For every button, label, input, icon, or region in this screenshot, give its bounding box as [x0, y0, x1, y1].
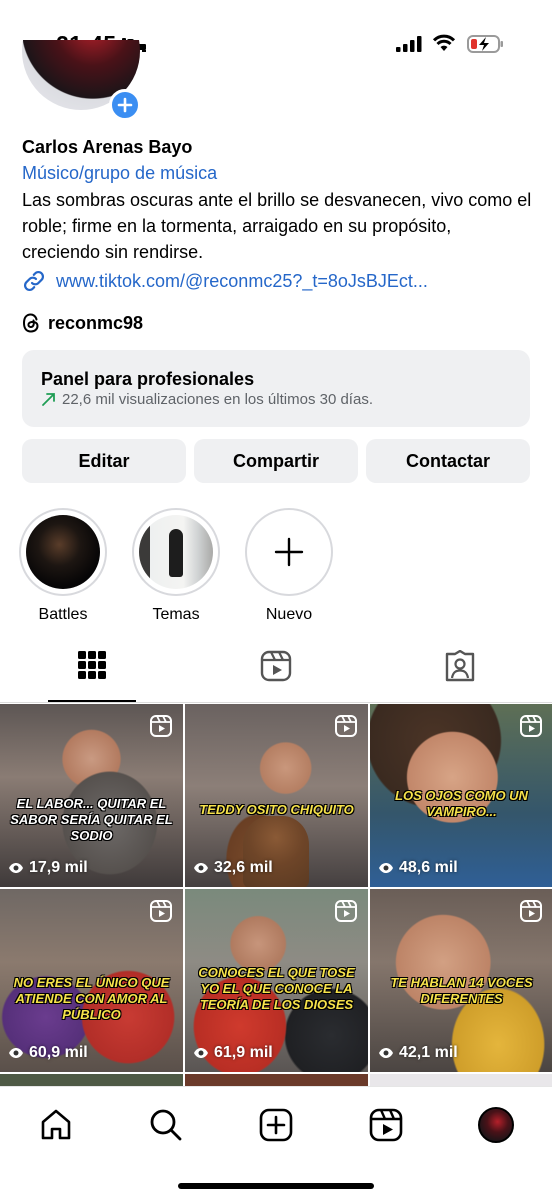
cellular-signal-icon [396, 36, 422, 52]
highlight-label: Battles [38, 606, 88, 623]
view-count: 42,1 mil [378, 1044, 458, 1062]
edit-profile-button[interactable]: Editar [22, 439, 186, 483]
highlight-label: Nuevo [265, 606, 313, 623]
post-tile-partial[interactable] [185, 1074, 368, 1086]
grid-icon [78, 651, 106, 679]
highlight-battles[interactable]: Battles [18, 508, 108, 624]
post-caption: NO ERES EL ÚNICO QUE ATIENDE CON AMOR AL… [13, 975, 170, 1022]
profile-avatar-icon [478, 1107, 514, 1143]
nav-home[interactable] [36, 1105, 76, 1145]
battery-charging-icon [467, 35, 503, 53]
post-tile[interactable]: CONOCES EL QUE TOSE YO EL QUE CONOCE LA … [185, 889, 368, 1072]
create-icon [259, 1108, 293, 1142]
plus-icon [274, 537, 304, 567]
link-icon [23, 270, 45, 292]
panel-title: Panel para profesionales [41, 369, 255, 389]
highlight-new[interactable]: Nuevo [244, 508, 334, 624]
eye-icon [194, 863, 208, 873]
panel-stats-text: 22,6 mil visualizaciones en los últimos … [62, 391, 373, 408]
tab-divider [0, 702, 552, 703]
reel-badge-icon [520, 900, 542, 922]
nav-create[interactable] [256, 1105, 296, 1145]
post-caption: TEDDY OSITO CHIQUITO [199, 802, 354, 817]
view-count-text: 48,6 mil [399, 859, 458, 876]
contact-button[interactable]: Contactar [366, 439, 530, 483]
post-tile-partial[interactable] [0, 1074, 183, 1086]
view-count: 60,9 mil [8, 1044, 88, 1062]
view-count-text: 42,1 mil [399, 1044, 458, 1061]
trending-up-icon [42, 393, 55, 406]
tab-reels[interactable] [232, 650, 320, 700]
search-icon [150, 1109, 182, 1141]
reel-badge-icon [150, 900, 172, 922]
highlight-ring [19, 508, 107, 596]
post-tile[interactable]: LOS OJOS COMO UN VAMPIRO... 48,6 mil [370, 704, 552, 887]
reel-badge-icon [335, 715, 357, 737]
new-highlight-button[interactable] [245, 508, 333, 596]
highlight-cover [26, 515, 100, 589]
highlight-temas[interactable]: Temas [131, 508, 221, 624]
threads-badge[interactable]: reconmc98 [22, 310, 143, 336]
highlight-label: Temas [152, 606, 200, 623]
eye-icon [379, 863, 393, 873]
profile-link[interactable]: www.tiktok.com/@reconmc25?_t=8oJsBJEct..… [22, 268, 428, 294]
view-count: 32,6 mil [193, 859, 273, 877]
profile-bio: Las sombras oscuras ante el brillo se de… [22, 190, 532, 262]
reel-badge-icon [150, 715, 172, 737]
reels-icon [260, 650, 292, 682]
post-caption: TE HABLAN 14 VOCES DIFERENTES [390, 975, 533, 1006]
profile-category[interactable]: Músico/grupo de música [22, 163, 217, 184]
tab-grid[interactable] [48, 650, 136, 700]
plus-icon [117, 97, 133, 113]
threads-handle: reconmc98 [48, 312, 144, 333]
post-tile[interactable]: TEDDY OSITO CHIQUITO 32,6 mil [185, 704, 368, 887]
view-count: 61,9 mil [193, 1044, 273, 1062]
post-caption: CONOCES EL QUE TOSE YO EL QUE CONOCE LA … [198, 965, 355, 1012]
nav-search[interactable] [146, 1105, 186, 1145]
highlight-cover [139, 515, 213, 589]
home-indicator [178, 1183, 374, 1189]
post-tile[interactable]: EL LABOR... QUITAR EL SABOR SERÍA QUITAR… [0, 704, 183, 887]
view-count: 17,9 mil [8, 859, 88, 877]
post-tile-partial[interactable] [370, 1074, 552, 1086]
highlight-ring [132, 508, 220, 596]
post-tile[interactable]: NO ERES EL ÚNICO QUE ATIENDE CON AMOR AL… [0, 889, 183, 1072]
view-count: 48,6 mil [378, 859, 458, 877]
nav-profile[interactable] [476, 1105, 516, 1145]
post-tile[interactable]: TE HABLAN 14 VOCES DIFERENTES 42,1 mil [370, 889, 552, 1072]
view-count-text: 17,9 mil [29, 859, 88, 876]
threads-icon [22, 313, 39, 333]
reel-badge-icon [520, 715, 542, 737]
tagged-icon [445, 650, 475, 682]
wifi-icon [432, 34, 456, 51]
post-caption: LOS OJOS COMO UN VAMPIRO... [395, 788, 528, 819]
reel-badge-icon [335, 900, 357, 922]
post-caption: EL LABOR... QUITAR EL SABOR SERÍA QUITAR… [10, 796, 173, 843]
panel-stats: 22,6 mil visualizaciones en los últimos … [41, 391, 373, 408]
reels-icon [369, 1108, 403, 1142]
eye-icon [379, 1048, 393, 1058]
home-icon [41, 1109, 71, 1140]
share-profile-button[interactable]: Compartir [194, 439, 358, 483]
professional-dashboard-panel[interactable]: Panel para profesionales 22,6 mil visual… [22, 350, 530, 427]
nav-reels[interactable] [366, 1105, 406, 1145]
eye-icon [9, 863, 23, 873]
view-count-text: 32,6 mil [214, 859, 273, 876]
profile-name: Carlos Arenas Bayo [22, 137, 193, 157]
view-count-text: 60,9 mil [29, 1044, 88, 1061]
add-story-button[interactable] [109, 89, 141, 121]
eye-icon [9, 1048, 23, 1058]
highlight-figure [169, 529, 183, 577]
link-text[interactable]: www.tiktok.com/@reconmc25?_t=8oJsBJEct..… [56, 271, 428, 292]
tab-tagged[interactable] [416, 650, 504, 700]
view-count-text: 61,9 mil [214, 1044, 273, 1061]
eye-icon [194, 1048, 208, 1058]
